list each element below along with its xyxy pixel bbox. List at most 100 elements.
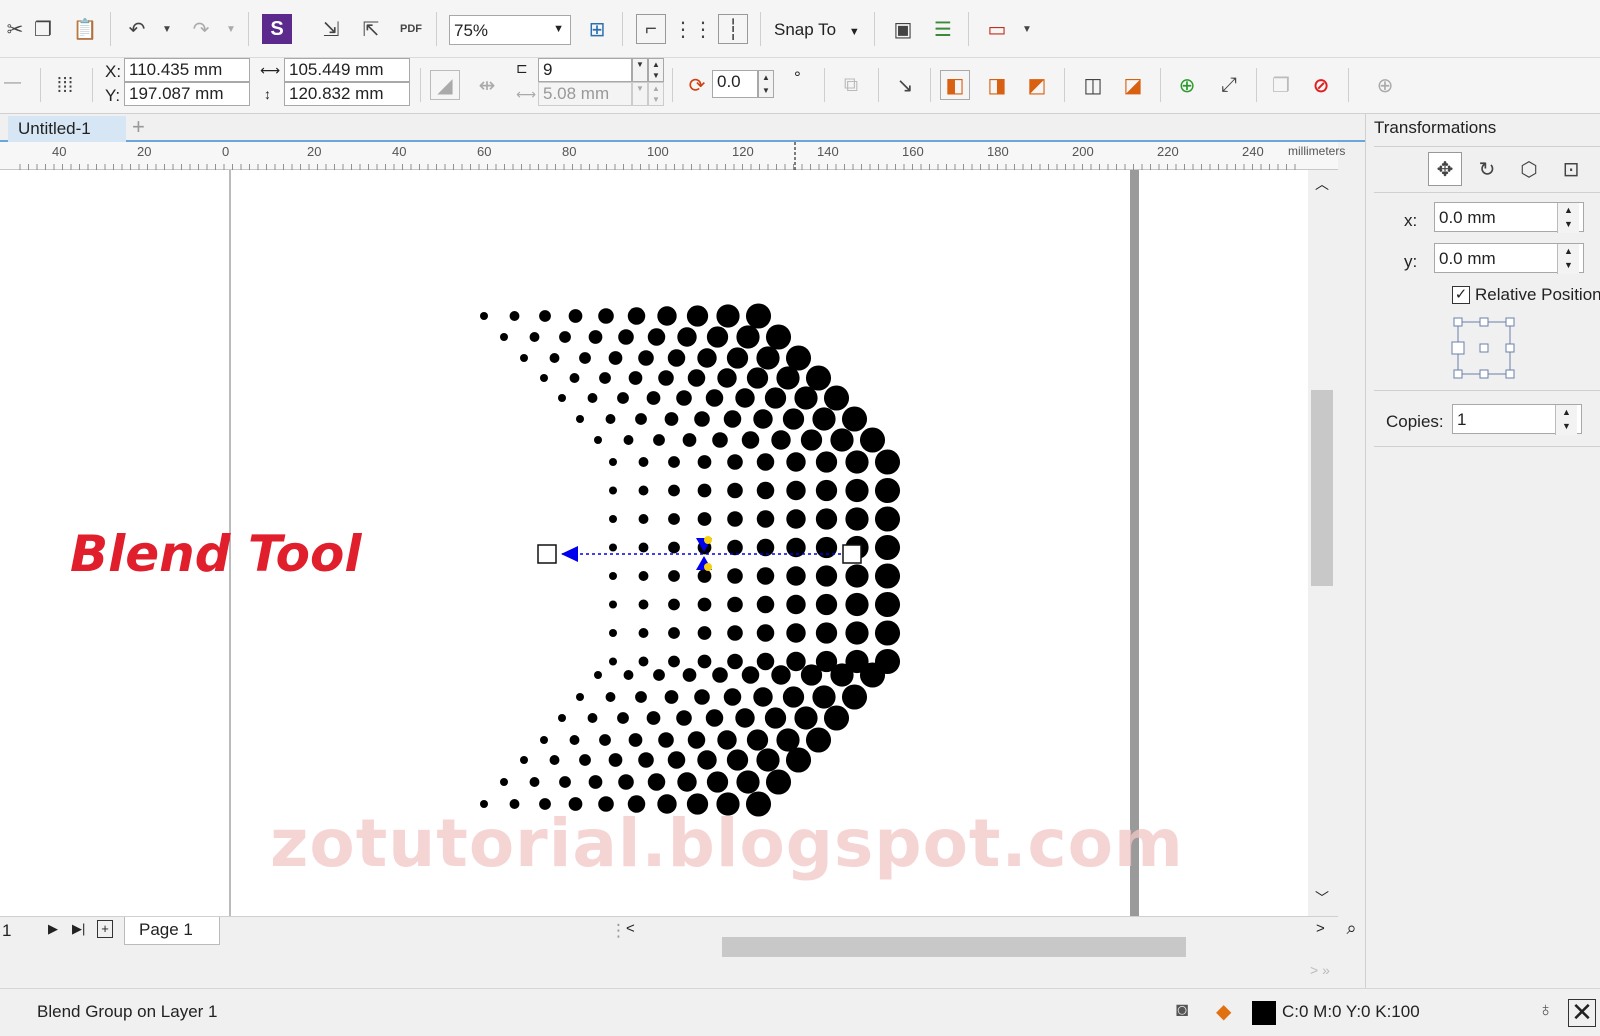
search-content-icon[interactable]: S [262,14,292,44]
blend-dot [712,667,728,683]
blend-dot [874,620,901,646]
snap-to-button[interactable]: Snap To ▼ [774,20,860,40]
grid-icon[interactable]: ⋮⋮ [673,14,713,44]
scroll-down-icon[interactable]: ﹀ [1315,888,1329,908]
rulers-icon[interactable]: ⌐ [636,14,666,44]
clear-blend-icon[interactable]: ⊘ [1306,70,1336,100]
cut-icon[interactable]: ✂ [0,14,30,44]
redo-icon[interactable]: ↷ [186,14,216,44]
blend-dot [874,563,901,589]
anchor-grid[interactable] [1450,312,1530,382]
blend-offset-spinner[interactable]: ▲ ▼ [648,82,664,106]
export-icon[interactable]: ⇱ [356,14,386,44]
scroll-left-icon[interactable]: < [626,920,635,937]
preset-list-icon[interactable]: ◢ [430,70,460,100]
blend-dot [786,594,806,615]
blend-direction-field[interactable]: 0.0 [712,70,758,98]
blend-dot [558,394,566,402]
size-transform-icon[interactable]: ⊡ [1556,154,1586,184]
no-outline-swatch[interactable]: ✕ [1568,999,1596,1027]
blend-dot [697,626,712,640]
paste-icon[interactable]: 📋 [70,14,100,44]
scroll-right-icon[interactable]: > [1316,920,1325,937]
blend-spacing-icon[interactable]: ⇹ [472,70,502,100]
add-page-icon[interactable]: + [97,920,113,938]
copies-spinner[interactable]: ▲ ▼ [1555,405,1577,435]
blend-offset-dropdown[interactable]: ▼ [632,82,648,106]
fill-bucket-icon[interactable]: ◆ [1216,999,1231,1024]
undo-dropdown-icon[interactable]: ▼ [152,14,182,44]
outline-pen-icon[interactable]: ♁ [1538,999,1553,1022]
position-transform-icon[interactable]: ✥ [1428,152,1462,186]
docker-x-spinner[interactable]: ▲ ▼ [1557,203,1579,233]
launcher-dropdown-icon[interactable]: ▼ [1012,14,1042,44]
object-height-field[interactable]: 120.832 mm [284,82,410,106]
blend-steps-field[interactable]: 9 [538,58,632,82]
more-blend-options-icon[interactable]: ⊕ [1172,70,1202,100]
zoom-icon[interactable]: ⌕ [1338,918,1365,946]
y-position-field[interactable]: 197.087 mm [124,82,250,106]
start-end-properties-icon[interactable]: ⤢ [1214,70,1244,100]
redo-dropdown-icon[interactable]: ▼ [216,14,246,44]
zoom-level-select[interactable]: 75% ▼ [449,15,571,45]
blend-dot [668,598,680,611]
next-page-icon[interactable]: ▶ [48,921,58,937]
copy-icon[interactable]: ❐ [28,14,58,44]
options-icon[interactable]: ▣ [888,14,918,44]
new-document-tab-button[interactable]: + [132,114,145,140]
docker-y-spinner[interactable]: ▲ ▼ [1557,244,1579,274]
blend-dot [520,354,528,362]
last-page-icon[interactable]: ▶| [72,921,85,937]
splitter-grip[interactable]: ⋮ [610,921,627,941]
blend-dot [668,541,680,554]
blend-offset-field[interactable]: 5.08 mm [538,82,632,106]
copy-blend-properties-icon[interactable]: ❐ [1266,70,1296,100]
horizontal-scroll-thumb[interactable] [722,937,1186,957]
blend-steps-spinner[interactable]: ▲ ▼ [648,58,664,82]
object-width-field[interactable]: 105.449 mm [284,58,410,82]
blend-dot [668,627,680,639]
direct-blend-icon[interactable]: ◧ [940,70,970,100]
loop-blend-icon[interactable]: ⧉ [836,70,866,100]
color-acceleration-icon[interactable]: ◪ [1118,70,1148,100]
blend-dot [623,670,634,680]
blend-dot [727,511,743,527]
application-launcher-icon[interactable]: ▭ [982,14,1012,44]
counterclockwise-blend-icon[interactable]: ◩ [1022,70,1052,100]
vertical-scroll-thumb[interactable] [1311,390,1333,586]
import-icon[interactable]: ⇲ [316,14,346,44]
rotate-transform-icon[interactable]: ↻ [1472,154,1502,184]
page-tab[interactable]: Page 1 [124,917,220,945]
guidelines-icon[interactable]: ┆ [718,14,748,44]
ruler-tick-label: 0 [222,144,230,159]
ruler-tick-label: 60 [477,144,492,159]
clockwise-blend-icon[interactable]: ◨ [982,70,1012,100]
blend-start-handle[interactable] [537,544,557,564]
blend-direction-spinner[interactable]: ▲ ▼ [758,70,774,98]
zoom-to-page-icon[interactable]: ⊞ [582,14,612,44]
x-position-field[interactable]: 110.435 mm [124,58,250,82]
panel-scroll-icon[interactable]: > » [1310,962,1330,978]
object-acceleration-icon[interactable]: ◫ [1078,70,1108,100]
blend-steps-dropdown[interactable]: ▼ [632,58,648,82]
docker-divider [1374,192,1600,193]
horizontal-ruler[interactable]: 40 20 0 20 40 60 80 100 120 140 160 180 200 220 240 mi… [0,142,1345,170]
object-origin-icon[interactable]: ⁞⁞⁞ [50,71,80,101]
color-proof-icon[interactable]: ◙ [1176,999,1188,1022]
blend-dot [599,372,611,384]
degree-unit-label: ° [794,68,801,87]
blend-dot [764,387,787,409]
path-properties-icon[interactable]: ↘ [890,70,920,100]
blend-dot [559,331,571,343]
scroll-up-icon[interactable]: ︿ [1315,174,1329,194]
undo-icon[interactable]: ↶ [122,14,152,44]
quick-customize-icon[interactable]: ⊕ [1370,70,1400,100]
document-tab[interactable]: Untitled-1 [8,116,126,142]
checklist-icon[interactable]: ☰ [928,14,958,44]
fill-color-swatch[interactable] [1252,1001,1276,1025]
blend-end-handle[interactable] [842,544,862,564]
blend-direction-arrow[interactable] [561,546,578,562]
scale-mirror-icon[interactable]: ⬡ [1514,154,1544,184]
relative-position-checkbox[interactable]: ✓ [1452,286,1470,304]
publish-pdf-icon[interactable]: PDF [396,14,426,44]
